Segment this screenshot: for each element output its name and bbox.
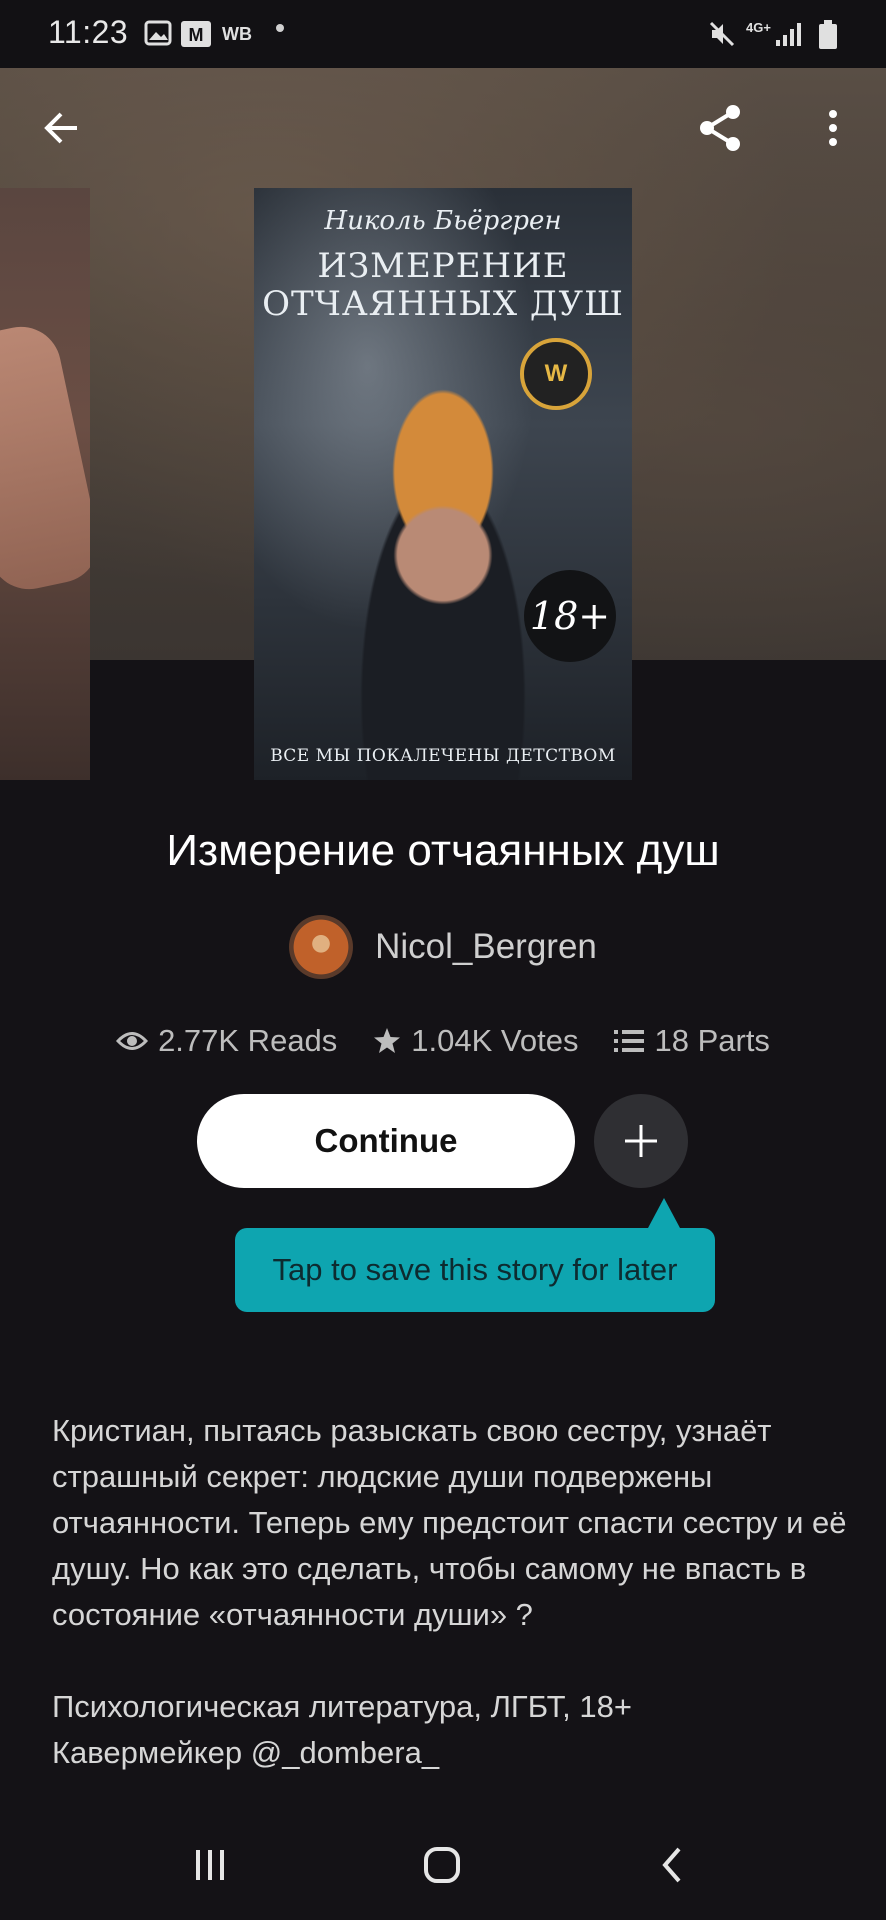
description-tags: Психологическая литература, ЛГБТ, 18+: [52, 1689, 632, 1724]
story-title: Измерение отчаянных душ: [166, 826, 720, 875]
eye-icon: [116, 1032, 149, 1050]
recent-apps-button[interactable]: [170, 1830, 250, 1900]
status-bar: 11:23 M WB 4G+: [0, 0, 886, 68]
share-icon: [700, 105, 740, 151]
cover-title-line1: ИЗМЕРЕНИЕ: [317, 246, 569, 286]
plus-icon: [625, 1125, 657, 1157]
chevron-left-icon: [662, 1847, 681, 1883]
cover-title-line2: ОТЧАЯННЫХ ДУШ: [262, 284, 624, 324]
battery-icon: [819, 20, 837, 49]
network-label: 4G+: [746, 20, 771, 35]
author-avatar[interactable]: [289, 915, 354, 979]
age-rating-badge: 18+: [524, 570, 616, 662]
home-button[interactable]: [402, 1830, 482, 1900]
description-credit: Кавермейкер @_dombera_: [52, 1735, 440, 1770]
notification-dot-icon: [276, 24, 284, 32]
reads-count: 2.77K Reads: [158, 1023, 338, 1058]
reads-stat: 2.77K Reads: [116, 1023, 337, 1059]
story-stats: 2.77K Reads 1.04K Votes 18 Parts: [0, 1016, 886, 1066]
add-to-library-button[interactable]: [594, 1094, 688, 1188]
previous-story-cover[interactable]: [0, 188, 90, 780]
status-time: 11:23: [48, 14, 129, 50]
app-notification-icon: M: [181, 21, 211, 47]
list-icon: [614, 1030, 645, 1052]
votes-stat: 1.04K Votes: [373, 1023, 578, 1059]
system-nav-bar: [0, 1800, 886, 1920]
cover-author: Николь Бьёргрен: [324, 206, 562, 236]
story-cover[interactable]: Николь Бьёргрен ИЗМЕРЕНИЕ ОТЧАЯННЫХ ДУШ …: [254, 188, 632, 780]
share-button[interactable]: [686, 93, 756, 163]
tooltip-pointer: [648, 1198, 680, 1228]
recent-apps-icon: [196, 1850, 224, 1880]
continue-reading-button[interactable]: Continue: [197, 1094, 575, 1188]
more-vertical-icon: [829, 110, 837, 146]
cover-tagline: ВСЕ МЫ ПОКАЛЕЧЕНЫ ДЕТСТВОМ: [270, 746, 616, 766]
carrier-label: WB: [222, 24, 252, 44]
system-back-button[interactable]: [632, 1830, 712, 1900]
author-row[interactable]: Nicol_Bergren: [0, 912, 886, 982]
author-name[interactable]: Nicol_Bergren: [375, 927, 597, 967]
hand-image: [0, 319, 90, 597]
arrow-left-icon: [44, 112, 77, 144]
gallery-icon: [144, 20, 172, 46]
more-menu-button[interactable]: [798, 93, 868, 163]
parts-stat[interactable]: 18 Parts: [614, 1023, 770, 1059]
story-description: Кристиан, пытаясь разыскать свою сестру,…: [52, 1408, 852, 1776]
votes-count: 1.04K Votes: [411, 1023, 579, 1058]
top-app-bar: [0, 68, 886, 188]
star-icon: [374, 1028, 401, 1053]
mute-icon: [709, 21, 735, 47]
award-seal-icon: W: [520, 338, 592, 410]
parts-count: 18 Parts: [654, 1023, 770, 1058]
home-icon: [424, 1847, 460, 1883]
description-paragraph: Кристиан, пытаясь разыскать свою сестру,…: [52, 1413, 847, 1632]
save-story-tooltip[interactable]: Tap to save this story for later: [235, 1228, 715, 1312]
signal-icon: [776, 23, 801, 46]
back-button[interactable]: [26, 93, 96, 163]
svg-text:M: M: [189, 25, 204, 45]
